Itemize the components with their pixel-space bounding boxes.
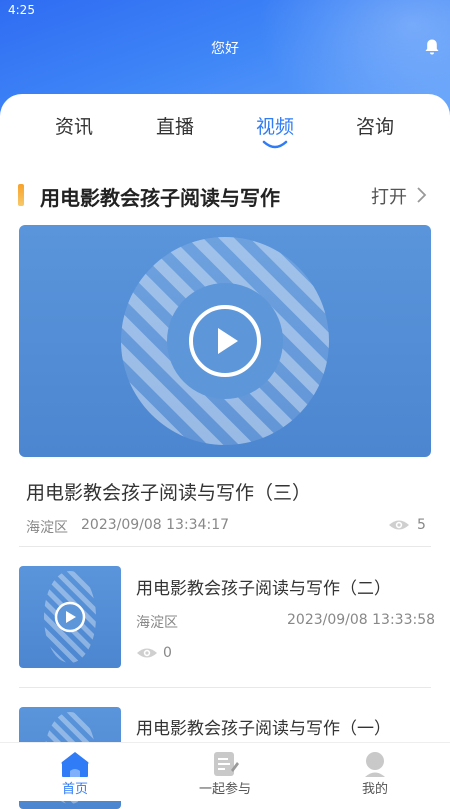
- nav-mine-label: 我的: [361, 782, 388, 797]
- section-accent-bar: [18, 184, 24, 206]
- status-time: 4:25: [8, 3, 35, 17]
- nav-home[interactable]: 首页: [0, 743, 150, 801]
- featured-video-title[interactable]: 用电影教会孩子阅读与写作（三）: [26, 478, 311, 505]
- content-sheet: 资讯 直播 视频 咨询 用电影教会孩子阅读与写作 打开 用电影教会孩子阅读与写作…: [0, 94, 450, 809]
- active-tab-indicator: [262, 140, 288, 149]
- user-icon: [365, 752, 385, 777]
- featured-video-thumbnail[interactable]: [19, 225, 431, 457]
- tab-bar: 资讯 直播 视频 咨询: [0, 94, 450, 156]
- divider: [19, 687, 431, 688]
- edit-doc-icon: [214, 752, 239, 776]
- tab-news[interactable]: 资讯: [29, 112, 119, 139]
- featured-district: 海淀区: [26, 520, 68, 536]
- video-district: 海淀区: [136, 615, 178, 631]
- nav-participate-label: 一起参与: [198, 782, 251, 797]
- bell-icon[interactable]: [424, 38, 440, 56]
- nav-mine[interactable]: 我的: [300, 743, 450, 801]
- video-placeholder-art: [44, 571, 96, 663]
- video-thumbnail[interactable]: [19, 566, 121, 668]
- tab-consult[interactable]: 咨询: [330, 112, 420, 139]
- tab-video[interactable]: 视频: [230, 112, 320, 139]
- eye-icon: [389, 520, 409, 530]
- video-datetime: 2023/09/08 13:33:58: [287, 612, 436, 628]
- nav-home-label: 首页: [61, 782, 88, 797]
- video-views: 0: [163, 645, 172, 661]
- chevron-right-icon[interactable]: [415, 186, 427, 204]
- section-header: 用电影教会孩子阅读与写作 打开: [0, 176, 450, 216]
- open-link[interactable]: 打开: [371, 183, 407, 209]
- eye-icon: [137, 648, 157, 658]
- video-title[interactable]: 用电影教会孩子阅读与写作（一）: [136, 714, 391, 739]
- video-title[interactable]: 用电影教会孩子阅读与写作（二）: [136, 574, 391, 599]
- featured-datetime: 2023/09/08 13:34:17: [81, 517, 230, 533]
- nav-participate[interactable]: 一起参与: [150, 743, 300, 801]
- tab-live[interactable]: 直播: [130, 112, 220, 139]
- home-icon: [61, 752, 89, 777]
- featured-views: 5: [417, 517, 426, 533]
- bottom-nav: 首页 一起参与 我的: [0, 742, 450, 801]
- video-placeholder-art: [121, 237, 329, 445]
- header-title: 您好: [211, 41, 239, 57]
- section-title: 用电影教会孩子阅读与写作: [40, 186, 280, 210]
- divider: [19, 546, 431, 547]
